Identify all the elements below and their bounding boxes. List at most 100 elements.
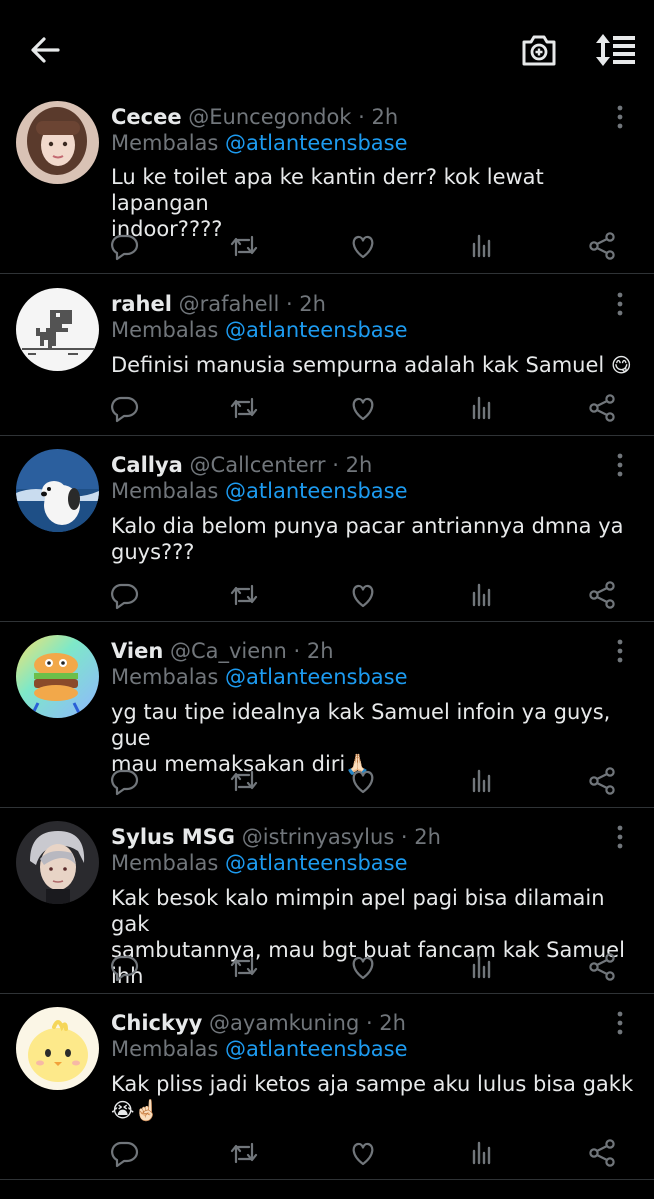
top-bar <box>0 0 654 98</box>
reply-icon[interactable] <box>108 579 140 611</box>
like-icon[interactable] <box>347 392 379 424</box>
mention-link[interactable]: @atlanteensbase <box>225 851 408 875</box>
reply-icon[interactable] <box>108 392 140 424</box>
reply-icon[interactable] <box>108 230 140 262</box>
retweet-icon[interactable] <box>228 392 260 424</box>
more-options-icon[interactable] <box>608 824 632 850</box>
avatar[interactable] <box>16 101 99 184</box>
tweet-text-line: Lu ke toilet apa ke kantin derr? kok lew… <box>111 165 544 215</box>
mention-link[interactable]: @atlanteensbase <box>225 1037 408 1061</box>
display-name[interactable]: Callya <box>111 453 183 477</box>
replying-to: Membalas @atlanteensbase <box>111 129 408 157</box>
more-options-icon[interactable] <box>608 452 632 478</box>
action-bar <box>0 392 654 424</box>
mention-link[interactable]: @atlanteensbase <box>225 318 408 342</box>
replying-to: Membalas @atlanteensbase <box>111 316 408 344</box>
more-options-icon[interactable] <box>608 638 632 664</box>
display-name[interactable]: rahel <box>111 292 172 316</box>
replying-to: Membalas @atlanteensbase <box>111 1035 408 1063</box>
share-icon[interactable] <box>586 392 618 424</box>
mention-link[interactable]: @atlanteensbase <box>225 665 408 689</box>
replying-to-label: Membalas <box>111 665 219 689</box>
like-icon[interactable] <box>347 951 379 983</box>
tweet-header: Cecee @Euncegondok · 2h <box>111 103 591 131</box>
views-icon[interactable] <box>466 230 498 262</box>
tweet-header: Vien @Ca_vienn · 2h <box>111 637 591 665</box>
views-icon[interactable] <box>466 765 498 797</box>
share-icon[interactable] <box>586 765 618 797</box>
avatar[interactable] <box>16 1007 99 1090</box>
reply-icon[interactable] <box>108 951 140 983</box>
avatar[interactable] <box>16 821 99 904</box>
reply-tweet[interactable]: Chickyy @ayamkuning · 2h Membalas @atlan… <box>0 994 654 1180</box>
views-icon[interactable] <box>466 392 498 424</box>
retweet-icon[interactable] <box>228 951 260 983</box>
retweet-icon[interactable] <box>228 765 260 797</box>
reply-tweet[interactable]: Sylus MSG @istrinyasylus · 2h Membalas @… <box>0 808 654 994</box>
action-bar <box>0 765 654 797</box>
reply-icon[interactable] <box>108 1137 140 1169</box>
tweet-text-line: Kak besok kalo mimpin apel pagi bisa dil… <box>111 886 605 936</box>
replying-to-label: Membalas <box>111 318 219 342</box>
arrow-left-icon[interactable] <box>28 33 62 67</box>
display-name[interactable]: Cecee <box>111 105 182 129</box>
reply-tweet[interactable]: Callya @Callcenterr · 2h Membalas @atlan… <box>0 436 654 622</box>
avatar[interactable] <box>16 288 99 371</box>
retweet-icon[interactable] <box>228 579 260 611</box>
mention-link[interactable]: @atlanteensbase <box>225 479 408 503</box>
more-options-icon[interactable] <box>608 104 632 130</box>
action-bar <box>0 1137 654 1169</box>
reply-tweet[interactable]: Vien @Ca_vienn · 2h Membalas @atlanteens… <box>0 622 654 808</box>
views-icon[interactable] <box>466 579 498 611</box>
more-options-icon[interactable] <box>608 1010 632 1036</box>
like-icon[interactable] <box>347 579 379 611</box>
avatar[interactable] <box>16 635 99 718</box>
action-bar <box>0 579 654 611</box>
tweet-text-line: Definisi manusia sempurna adalah kak Sam… <box>111 352 641 378</box>
tweet-text-line: guys??? <box>111 540 195 564</box>
retweet-icon[interactable] <box>228 1137 260 1169</box>
like-icon[interactable] <box>347 230 379 262</box>
handle-and-time: @Ca_vienn · 2h <box>169 639 334 663</box>
tweet-header: Chickyy @ayamkuning · 2h <box>111 1009 591 1037</box>
share-icon[interactable] <box>586 230 618 262</box>
handle-and-time: @rafahell · 2h <box>178 292 326 316</box>
sort-icon[interactable] <box>594 31 638 69</box>
tweet-text: Kak pliss jadi ketos aja sampe aku lulus… <box>111 1071 641 1123</box>
action-bar <box>0 230 654 262</box>
tweet-text: Definisi manusia sempurna adalah kak Sam… <box>111 352 641 378</box>
handle-and-time: @Callcenterr · 2h <box>189 453 373 477</box>
display-name[interactable]: Chickyy <box>111 1011 202 1035</box>
replying-to: Membalas @atlanteensbase <box>111 477 408 505</box>
camera-icon[interactable] <box>520 31 558 69</box>
replying-to-label: Membalas <box>111 851 219 875</box>
mention-link[interactable]: @atlanteensbase <box>225 131 408 155</box>
views-icon[interactable] <box>466 951 498 983</box>
more-options-icon[interactable] <box>608 291 632 317</box>
like-icon[interactable] <box>347 1137 379 1169</box>
tweet-text-line: Kalo dia belom punya pacar antriannya dm… <box>111 514 624 538</box>
tweet-text-line: yg tau tipe idealnya kak Samuel infoin y… <box>111 700 611 750</box>
share-icon[interactable] <box>586 1137 618 1169</box>
display-name[interactable]: Vien <box>111 639 163 663</box>
share-icon[interactable] <box>586 951 618 983</box>
views-icon[interactable] <box>466 1137 498 1169</box>
retweet-icon[interactable] <box>228 230 260 262</box>
avatar[interactable] <box>16 449 99 532</box>
replying-to-label: Membalas <box>111 1037 219 1061</box>
tweet-text: Kalo dia belom punya pacar antriannya dm… <box>111 513 641 565</box>
replying-to-label: Membalas <box>111 131 219 155</box>
share-icon[interactable] <box>586 579 618 611</box>
like-icon[interactable] <box>347 765 379 797</box>
display-name[interactable]: Sylus MSG <box>111 825 235 849</box>
replying-to: Membalas @atlanteensbase <box>111 849 408 877</box>
reply-icon[interactable] <box>108 765 140 797</box>
tweet-header: Sylus MSG @istrinyasylus · 2h <box>111 823 591 851</box>
tweet-text-line: Kak pliss jadi ketos aja sampe aku lulus… <box>111 1072 634 1096</box>
tweet-text-content: Definisi manusia sempurna adalah kak Sam… <box>111 353 611 377</box>
reply-tweet[interactable]: rahel @rafahell · 2h Membalas @atlanteen… <box>0 274 654 436</box>
reply-feed: Cecee @Euncegondok · 2h Membalas @atlant… <box>0 98 654 1180</box>
replying-to-label: Membalas <box>111 479 219 503</box>
action-bar <box>0 951 654 983</box>
reply-tweet[interactable]: Cecee @Euncegondok · 2h Membalas @atlant… <box>0 98 654 274</box>
